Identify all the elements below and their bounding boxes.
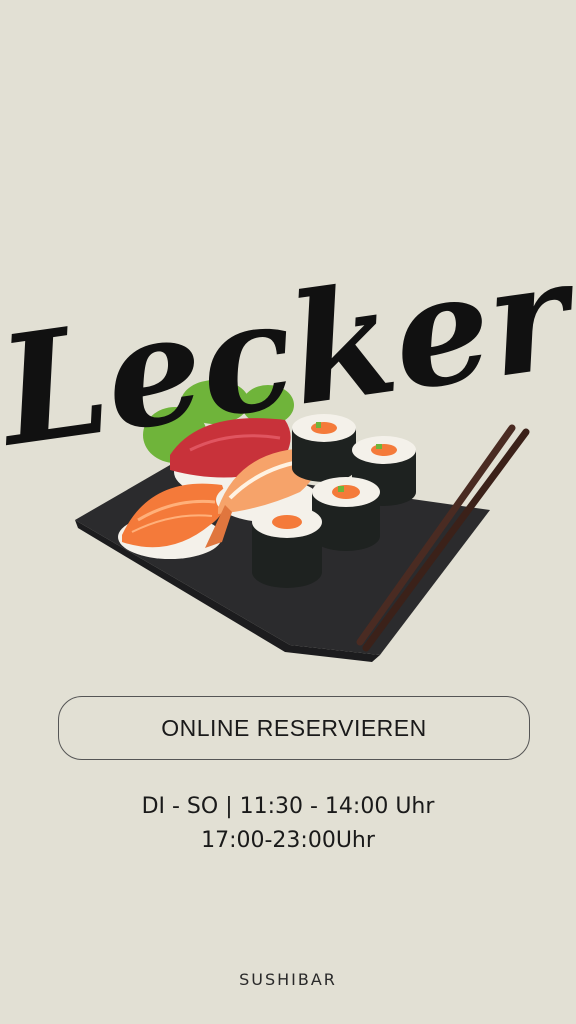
hours-line-1: DI - SO | 11:30 - 14:00 Uhr [141, 794, 435, 819]
hours-line-2: 17:00-23:00Uhr [201, 828, 375, 853]
maki-roll [252, 506, 322, 588]
online-reservation-button[interactable]: ONLINE RESERVIEREN [58, 696, 530, 760]
opening-hours: DI - SO | 11:30 - 14:00 Uhr 17:00-23:00U… [0, 790, 576, 858]
sushi-hero: Lecker [0, 180, 576, 670]
brand-name: SUSHIBAR [239, 970, 337, 989]
maki-roll [312, 477, 380, 551]
sushi-platter-illustration: Lecker [0, 225, 576, 662]
